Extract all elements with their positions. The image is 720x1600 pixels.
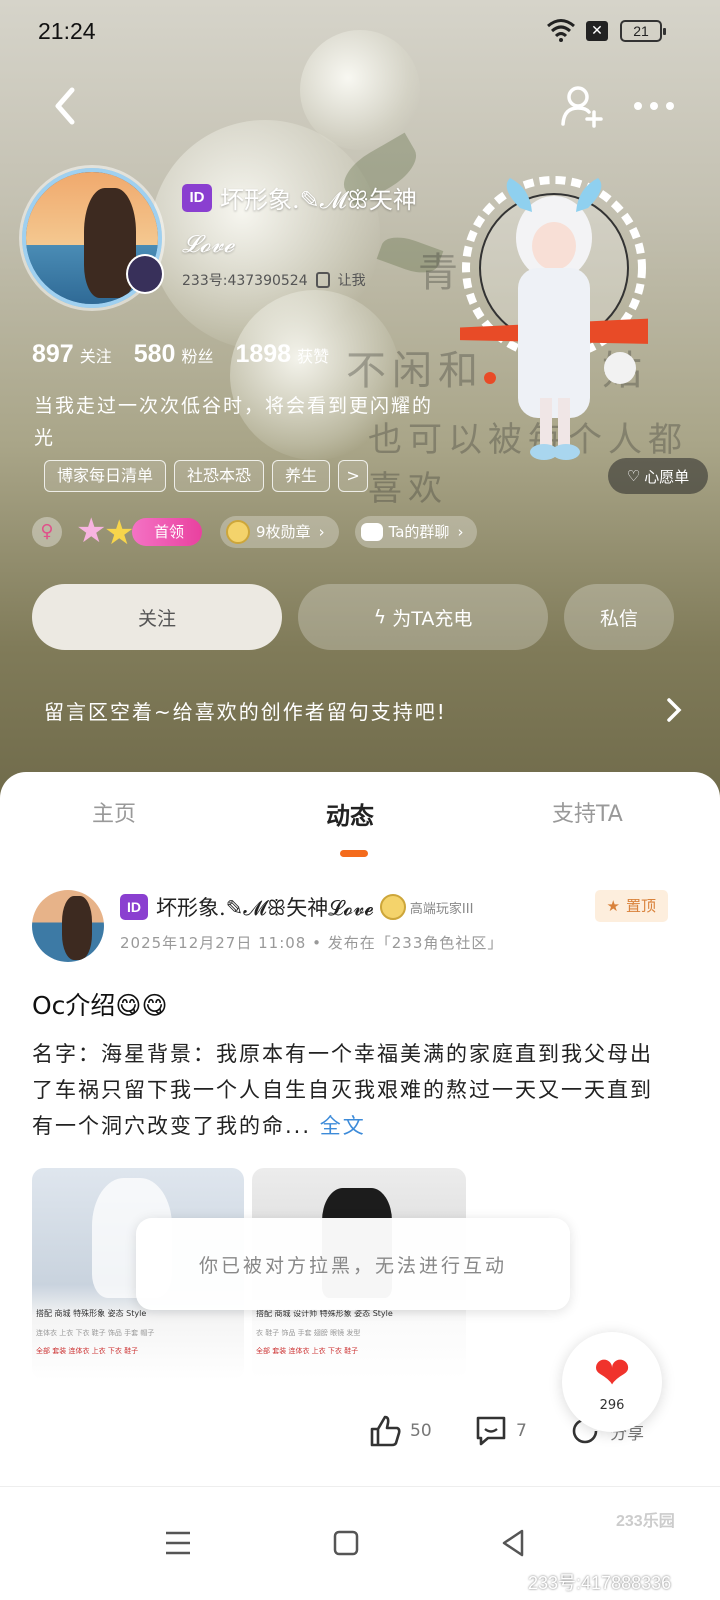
profile-tags: 博家每日清单 社恐本恐 养生 > xyxy=(44,460,369,492)
pin-icon: ★ xyxy=(606,897,620,915)
pinned-label: 置顶 xyxy=(625,897,656,915)
image-ui-text: 连体衣 上衣 下衣 鞋子 饰品 手套 帽子 xyxy=(36,1329,155,1337)
profile-bio: 当我走过一次次低谷时，将会看到更闪耀的光 xyxy=(34,395,434,449)
group-chat-label: Ta的群聊 xyxy=(388,523,450,541)
post-meta: 2025年12月27日 11:08 • 发布在「233角色社区」 xyxy=(120,934,504,952)
system-nav-bar: 233乐园 233号:417888336 xyxy=(0,1486,720,1600)
profile-tabs: 主页 动态 支持TA xyxy=(0,796,720,836)
add-friend-icon[interactable] xyxy=(560,84,604,128)
level-text: 高端玩家III xyxy=(409,901,474,917)
medal-icon xyxy=(226,520,251,544)
battery-icon: 21 xyxy=(620,20,666,42)
wishlist-label: 心愿单 xyxy=(644,467,690,486)
level-icon xyxy=(379,894,406,920)
message-button[interactable]: 私信 xyxy=(564,584,674,650)
status-time: 21:24 xyxy=(38,18,96,44)
floating-like-button[interactable]: ❤ 296 xyxy=(562,1332,662,1432)
heart-outline-icon: ♡ xyxy=(626,467,641,485)
comment-icon xyxy=(476,1416,506,1446)
copy-icon[interactable] xyxy=(315,272,330,288)
stat-number: 1898 xyxy=(235,340,292,368)
back-triangle-icon[interactable] xyxy=(494,1523,534,1563)
lightning-icon: ϟ xyxy=(373,606,387,628)
tab-posts[interactable]: 动态 xyxy=(326,796,374,831)
badge-row: ♀ ★ ★ 首领 9枚勋章 › Ta的群聊 › xyxy=(32,514,493,550)
profile-name-line2: 𝓛𝓸𝓿𝓮 xyxy=(182,230,235,258)
chevron-right-icon: › xyxy=(457,523,464,541)
profile-tag[interactable]: 博家每日清单 xyxy=(44,460,167,492)
user-id-line: 233号:437390524 让我 xyxy=(182,270,366,290)
message-board-link[interactable]: 留言区空着~给喜欢的创作者留句支持吧! xyxy=(44,690,684,730)
full-text-link[interactable]: 全文 xyxy=(320,1114,366,1138)
thumbs-up-icon xyxy=(370,1415,401,1447)
like-button[interactable]: 50 xyxy=(368,1414,432,1448)
tab-home[interactable]: 主页 xyxy=(92,796,136,828)
pinned-tag: ★ 置顶 xyxy=(594,890,668,922)
female-symbol-icon: ♀ xyxy=(32,517,62,547)
copy-label[interactable]: 让我 xyxy=(338,270,366,290)
profile-tag[interactable]: 养生 xyxy=(272,460,331,492)
charge-button[interactable]: ϟ 为TA充电 xyxy=(298,584,548,650)
profile-name-text: 坏形象.✎𝓜ꕥ矢神 xyxy=(220,186,417,214)
stat-likes[interactable]: 1898 获赞 xyxy=(235,340,329,369)
id-badge-icon: ID xyxy=(182,183,212,212)
floating-like-count: 296 xyxy=(599,1397,625,1413)
profile-stats: 897 关注 580 粉丝 1898 获赞 xyxy=(32,340,351,369)
background-text: 青 xyxy=(418,250,464,296)
stat-label: 获赞 xyxy=(297,347,330,366)
image-ui-text: 全部 套装 连体衣 上衣 下衣 鞋子 xyxy=(36,1347,139,1355)
watermark-text: 233号:417888336 xyxy=(528,1573,672,1593)
profile-actions: 关注 ϟ 为TA充电 私信 xyxy=(32,584,674,650)
tags-more-chevron-icon[interactable]: > xyxy=(338,460,369,492)
back-arrow-icon[interactable] xyxy=(46,82,86,130)
charge-label: 为TA充电 xyxy=(392,607,473,630)
post-body[interactable]: 名字：海星背景：我原本有一个幸福美满的家庭直到我父母出了车祸只留下我一个人自生自… xyxy=(32,1036,672,1144)
post-author-avatar[interactable] xyxy=(32,890,104,962)
stat-label: 粉丝 xyxy=(181,347,214,366)
tab-support[interactable]: 支持TA xyxy=(552,796,623,828)
like-count: 50 xyxy=(410,1421,432,1441)
stat-label: 关注 xyxy=(79,347,112,366)
status-bar: 21:24 ✕ 21 xyxy=(0,0,720,64)
heart-icon: ❤ xyxy=(593,1347,631,1399)
profile-name: ID 坏形象.✎𝓜ꕥ矢神 xyxy=(182,180,417,215)
chevron-right-icon: › xyxy=(318,523,325,541)
post-author-name: 坏形象.✎𝓜ꕥ矢神𝓛𝓸𝓿𝓮 xyxy=(156,896,374,920)
post-title[interactable]: Oc介绍😋😋 xyxy=(32,986,168,1022)
medals-label: 9枚勋章 xyxy=(256,523,311,541)
wishlist-button[interactable]: ♡ 心愿单 xyxy=(608,458,708,494)
active-tab-indicator xyxy=(340,850,368,857)
stat-following[interactable]: 897 关注 xyxy=(32,340,112,369)
chat-icon xyxy=(360,523,383,541)
id-badge-icon: ID xyxy=(120,894,148,920)
image-ui-text: 全部 套装 连体衣 上衣 下衣 鞋子 xyxy=(256,1347,359,1355)
stat-number: 897 xyxy=(32,340,74,368)
post-header: ID 坏形象.✎𝓜ꕥ矢神𝓛𝓸𝓿𝓮 高端玩家III ★ 置顶 2025年12月27… xyxy=(32,890,692,970)
character-mini-avatar xyxy=(126,254,164,294)
medals-pill[interactable]: 9枚勋章 › xyxy=(220,516,339,548)
stat-number: 580 xyxy=(133,340,176,368)
group-chat-pill[interactable]: Ta的群聊 › xyxy=(354,516,478,548)
character-figure[interactable] xyxy=(460,168,648,468)
menu-icon[interactable] xyxy=(158,1523,198,1563)
profile-tag[interactable]: 社恐本恐 xyxy=(174,460,265,492)
chevron-right-icon xyxy=(667,698,682,722)
more-options-icon[interactable] xyxy=(630,84,678,128)
stat-followers[interactable]: 580 粉丝 xyxy=(134,340,214,369)
message-board-text: 留言区空着~给喜欢的创作者留句支持吧! xyxy=(44,699,447,724)
user-id: 233号:437390524 xyxy=(182,273,308,289)
post-author[interactable]: ID 坏形象.✎𝓜ꕥ矢神𝓛𝓸𝓿𝓮 高端玩家III xyxy=(120,892,473,922)
wifi-icon xyxy=(547,19,575,42)
follow-button[interactable]: 关注 xyxy=(32,584,282,650)
watermark-logo: 233乐园 xyxy=(616,1513,675,1530)
blocked-toast: 你已被对方拉黑，无法进行互动 xyxy=(136,1218,570,1310)
stars-icon: ★ ★ xyxy=(76,511,135,553)
sim-off-icon: ✕ xyxy=(586,21,608,41)
image-ui-text: 衣 鞋子 饰品 手套 翅膀 眼镜 发型 xyxy=(256,1329,361,1337)
comment-button[interactable]: 7 xyxy=(474,1414,527,1448)
image-ui-text: 搭配 商城 特殊形象 姿态 Style xyxy=(36,1309,147,1318)
home-square-icon[interactable] xyxy=(326,1523,366,1563)
comment-count: 7 xyxy=(516,1421,527,1441)
